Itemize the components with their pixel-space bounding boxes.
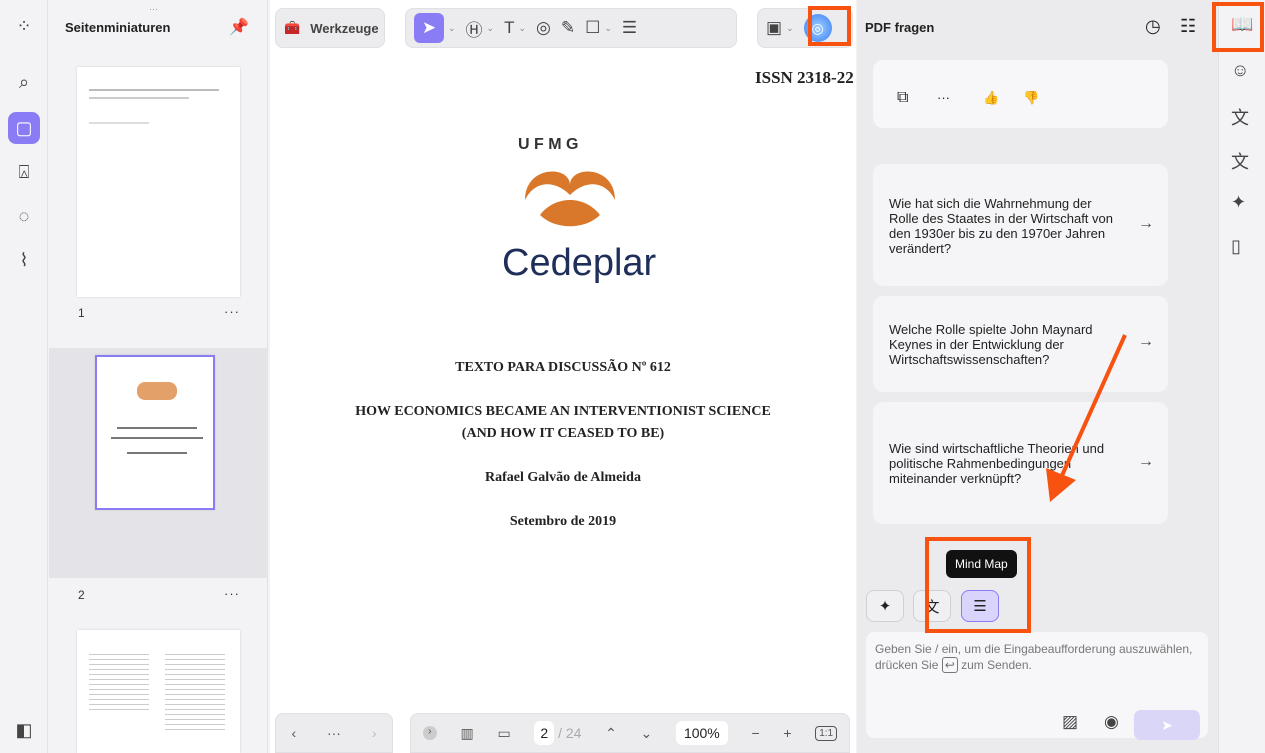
title-line-1: HOW ECONOMICS BECAME AN INTERVENTIONIST … — [355, 404, 771, 419]
placeholder-line-2a: drücken Sie — [875, 658, 939, 672]
title-line-2: (AND HOW IT CEASED TO BE) — [461, 426, 665, 441]
copy-icon[interactable]: ⧉ — [897, 90, 908, 106]
present-icon[interactable]: ▭ — [497, 725, 510, 742]
settings-sliders-icon[interactable]: ☷ — [1180, 16, 1196, 37]
history-icon[interactable]: ◷ — [1145, 16, 1161, 37]
more-icon[interactable]: ··· — [327, 725, 341, 741]
thumbs-down-icon[interactable]: 👎 — [1023, 90, 1039, 105]
date: Setembro de 2019 — [509, 514, 617, 529]
pin-icon[interactable]: 📌 — [229, 17, 249, 37]
select-cursor-icon[interactable]: ➤ — [414, 13, 444, 43]
layers-icon[interactable]: ◧ — [8, 714, 40, 746]
chevron-down-icon[interactable]: ⌄ — [518, 23, 526, 34]
arrow-right-icon[interactable]: → — [1138, 216, 1154, 232]
left-rail: ⁘ ⌕ ▢ ⍓ ◌ ⌇ ◧ — [0, 0, 48, 753]
page-input[interactable]: 2 — [534, 721, 555, 745]
pages-icon[interactable]: ▢ — [8, 112, 40, 144]
author: Rafael Galvão de Almeida — [485, 470, 641, 485]
pen-icon[interactable]: ✎ — [561, 18, 575, 38]
suggestion-card[interactable]: Wie hat sich die Wahrnehmung der Rolle d… — [873, 164, 1168, 286]
highlight-box — [808, 6, 851, 46]
drag-handle[interactable]: ⋯ — [149, 4, 158, 15]
page-number: 1 — [78, 306, 85, 320]
document-view[interactable]: 🧰 Werkzeuge ➤ ⌄ Ⓗ ⌄ T ⌄ ◎ ✎ ☐ ⌄ ☰ ▣ ⌄ ◎ ISSN 2… — [270, 0, 856, 753]
screenshot-icon[interactable]: ◉ — [1104, 713, 1119, 730]
page-bar: › ▥ ▭ 2 / 24 ⌃ ⌄ 100% − + 1:1 — [410, 713, 850, 753]
search-icon[interactable]: ⌕ — [8, 66, 40, 98]
tools-label: Werkzeuge — [310, 20, 379, 36]
zoom-in-icon[interactable]: + — [783, 725, 791, 741]
image-ai-icon[interactable]: ▨ — [1062, 713, 1078, 730]
page-total: / 24 — [558, 725, 582, 741]
chevron-down-icon[interactable]: ⌄ — [448, 23, 456, 34]
panel-title: Seitenminiaturen — [65, 20, 171, 35]
enter-key-icon: ↩ — [941, 657, 958, 673]
chevron-down-icon[interactable]: ⌄ — [604, 23, 612, 34]
series: TEXTO PARA DISCUSSÃO Nº 612 — [455, 360, 671, 375]
issn: ISSN 2318-22 — [755, 68, 854, 87]
ai-face-icon[interactable]: ☺ — [1231, 60, 1249, 81]
bookmark-icon[interactable]: ⍓ — [8, 156, 40, 188]
prompt-input[interactable]: Geben Sie / ein, um die Eingabeaufforder… — [866, 632, 1208, 740]
two-page-icon[interactable]: ▥ — [461, 725, 474, 742]
highlight-icon[interactable]: Ⓗ — [466, 16, 483, 41]
page-down-icon[interactable]: ⌄ — [641, 725, 653, 742]
arrow-right-icon[interactable]: → — [1138, 454, 1154, 470]
suggestion-text: Wie hat sich die Wahrnehmung der Rolle d… — [889, 196, 1113, 256]
page-number: 2 — [78, 588, 85, 602]
cedeplar-logo — [525, 171, 615, 227]
zoom-out-icon[interactable]: − — [751, 725, 759, 741]
more-button[interactable]: ··· — [224, 586, 240, 601]
chevron-down-icon[interactable]: ⌄ — [487, 23, 495, 34]
expand-icon[interactable]: › — [422, 726, 437, 740]
right-rail: 📖 ☺ 文 文 ✦ ▯ — [1218, 0, 1265, 753]
highlight-box — [925, 537, 1031, 633]
grid-icon[interactable]: ⁘ — [8, 10, 40, 42]
comment-icon[interactable]: ◌ — [8, 200, 40, 232]
tools-button[interactable]: 🧰 Werkzeuge — [275, 8, 385, 48]
translate-icon[interactable]: 文 — [1231, 104, 1249, 130]
thumbnail-page-3[interactable] — [77, 630, 240, 753]
page-up-icon[interactable]: ⌃ — [605, 725, 617, 742]
actual-size-button[interactable]: 1:1 — [815, 725, 838, 741]
nav-bar: ‹ ··· › — [275, 713, 393, 753]
send-button[interactable]: ➤ — [1134, 710, 1200, 740]
attachment-icon[interactable]: ⌇ — [8, 244, 40, 276]
forward-icon[interactable]: › — [372, 725, 377, 741]
chevron-down-icon[interactable]: ⌄ — [786, 23, 794, 34]
book-icon[interactable]: ▯ — [1231, 236, 1241, 257]
translate-page-icon[interactable]: 文 — [1231, 148, 1249, 174]
annotation-arrow — [1046, 334, 1127, 502]
text-icon[interactable]: T — [504, 18, 514, 38]
arrow-right-icon[interactable]: → — [1138, 334, 1154, 350]
chat-panel: PDF fragen ◷ ☷ ⧉ ··· 👍 👎 Wie hat sich di… — [857, 0, 1218, 753]
highlight-box — [1212, 2, 1264, 52]
chat-title: PDF fragen — [865, 20, 935, 35]
toolbox-icon: 🧰 — [284, 20, 301, 35]
rectangle-icon[interactable]: ☐ — [585, 18, 600, 38]
placeholder-line-1: Geben Sie / ein, um die Eingabeaufforder… — [875, 642, 1193, 656]
summarize-icon[interactable]: ✦ — [866, 590, 904, 622]
back-icon[interactable]: ‹ — [291, 725, 296, 741]
thumbnail-page-2[interactable] — [95, 355, 215, 510]
stamp-icon[interactable]: ▣ — [766, 18, 782, 38]
thumbnail-page-1[interactable] — [77, 67, 240, 297]
zoom-level[interactable]: 100% — [675, 721, 728, 745]
logo-name: Cedeplar — [502, 242, 657, 284]
thumbnail-panel: ⋯ Seitenminiaturen 📌 1 ··· 2 ··· — [49, 0, 268, 753]
thumbs-up-icon[interactable]: 👍 — [983, 90, 999, 105]
placeholder-line-2b: zum Senden. — [961, 658, 1032, 672]
more-icon[interactable]: ··· — [937, 90, 950, 105]
ruler-icon[interactable]: ☰ — [622, 18, 637, 38]
annotation-toolbar: ➤ ⌄ Ⓗ ⌄ T ⌄ ◎ ✎ ☐ ⌄ ☰ — [405, 8, 737, 48]
comment-icon[interactable]: ◎ — [536, 18, 551, 38]
more-button[interactable]: ··· — [224, 304, 240, 319]
answer-actions: ⧉ ··· 👍 👎 — [873, 60, 1168, 128]
logo-top: U F M G — [518, 136, 579, 153]
summarize-icon[interactable]: ✦ — [1231, 192, 1246, 213]
